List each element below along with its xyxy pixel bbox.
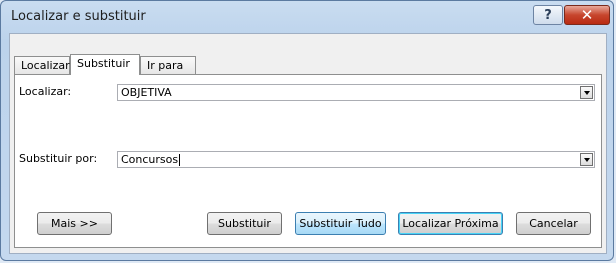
chevron-down-icon (583, 90, 590, 95)
tab-label: Localizar (21, 59, 70, 72)
close-button[interactable]: ✕ (564, 5, 610, 25)
find-label: Localizar: (19, 85, 72, 98)
replace-label: Substituir (218, 217, 271, 230)
tab-localizar[interactable]: Localizar (14, 56, 70, 74)
tab-label: Ir para (147, 59, 184, 72)
cancel-button[interactable]: Cancelar (516, 212, 591, 235)
replace-label: Substituir por: (19, 152, 98, 165)
tab-ir-para[interactable]: Ir para (140, 56, 196, 74)
find-input[interactable]: OBJETIVA (117, 84, 595, 101)
replace-dropdown-button[interactable] (580, 153, 593, 166)
find-value: OBJETIVA (121, 86, 172, 99)
find-replace-dialog: Localizar e substituir ? ✕ Localizar Sub… (0, 0, 614, 261)
dialog-body: Localizar Substituir Ir para Localizar: … (9, 33, 607, 254)
more-label: Mais >> (51, 217, 98, 230)
find-next-button[interactable]: Localizar Próxima (398, 212, 503, 235)
text-cursor (179, 154, 181, 166)
replace-all-button[interactable]: Substituir Tudo (295, 212, 386, 235)
tab-label: Substituir (77, 57, 130, 70)
tab-substituir[interactable]: Substituir (70, 54, 140, 75)
find-dropdown-button[interactable] (580, 86, 593, 99)
replace-button[interactable]: Substituir (207, 212, 282, 235)
help-button[interactable]: ? (533, 5, 563, 25)
chevron-down-icon (583, 157, 590, 162)
window-title: Localizar e substituir (11, 9, 146, 24)
replace-all-label: Substituir Tudo (299, 217, 382, 230)
more-button[interactable]: Mais >> (37, 212, 112, 235)
find-next-label: Localizar Próxima (402, 217, 499, 230)
close-icon: ✕ (580, 6, 594, 24)
title-bar[interactable]: Localizar e substituir ? ✕ (1, 1, 613, 35)
help-icon: ? (544, 7, 552, 23)
replace-value: Concursos (121, 153, 179, 166)
cancel-label: Cancelar (529, 217, 578, 230)
replace-input[interactable]: Concursos (117, 151, 595, 168)
